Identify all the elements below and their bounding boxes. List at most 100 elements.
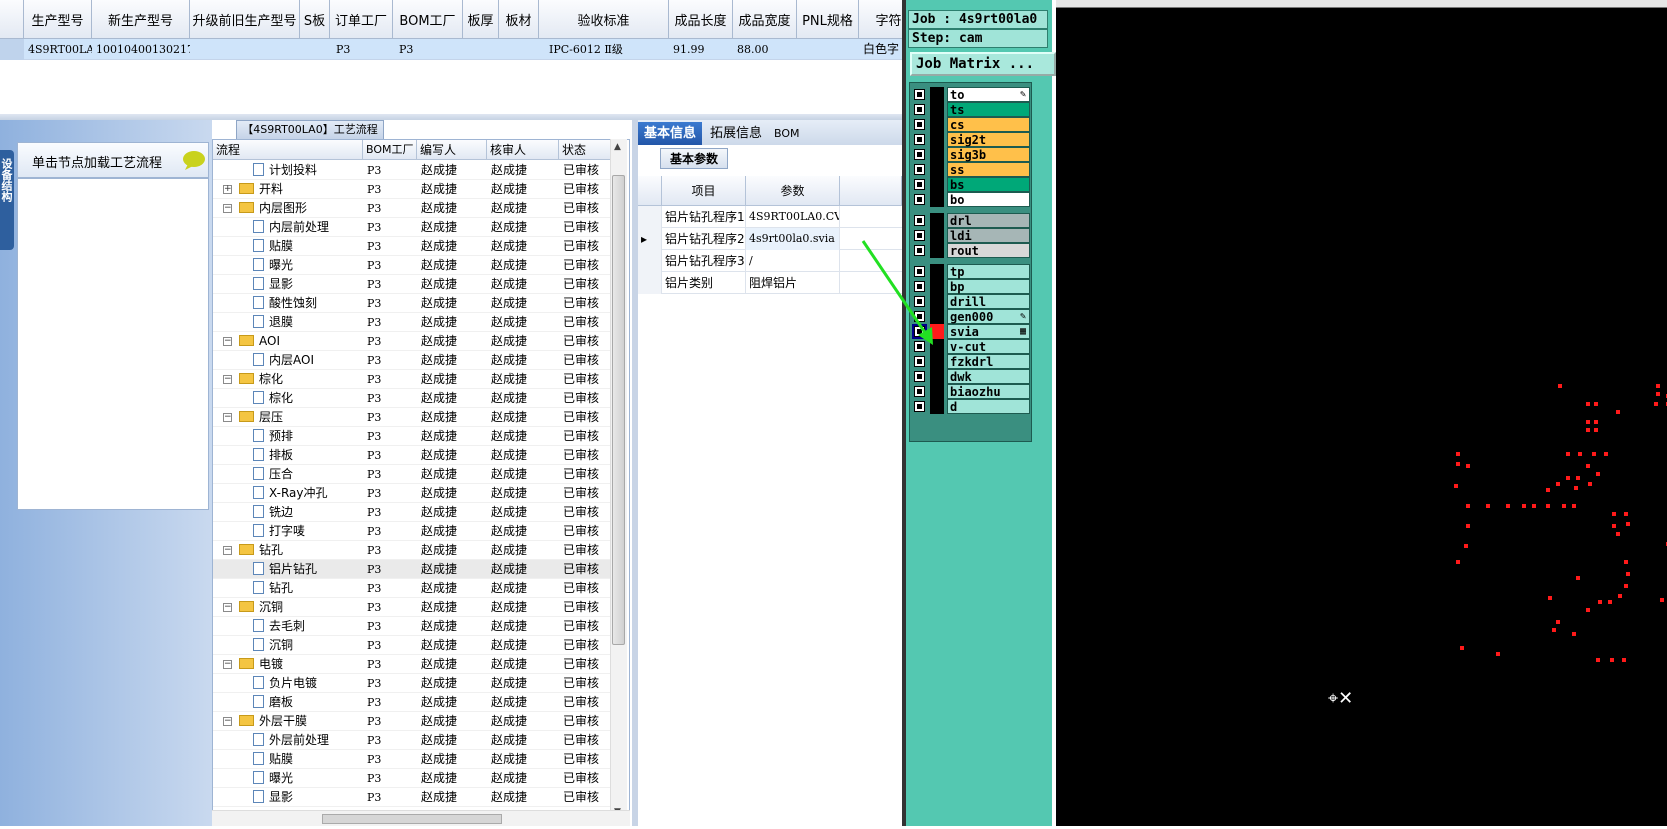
layer-checkbox[interactable] xyxy=(914,119,925,130)
tree-row[interactable]: − AOI P3 赵成捷 赵成捷 已审核 xyxy=(213,332,613,351)
status-cell[interactable]: 已审核 xyxy=(563,579,613,598)
bom-factory-cell[interactable]: P3 xyxy=(367,636,417,655)
layer-checkbox[interactable] xyxy=(914,194,925,205)
tree-node[interactable]: 棕化 xyxy=(213,389,363,408)
layer-name[interactable]: sig2t xyxy=(947,132,1030,147)
status-cell[interactable]: 已审核 xyxy=(563,237,613,256)
tree-node[interactable]: − 钻孔 xyxy=(213,541,363,560)
layer-checkbox[interactable] xyxy=(914,230,925,241)
writer-cell[interactable]: 赵成捷 xyxy=(421,503,487,522)
layer-color-swatch[interactable] xyxy=(930,294,944,309)
collapse-icon[interactable]: − xyxy=(223,204,232,213)
status-cell[interactable]: 已审核 xyxy=(563,693,613,712)
layer-row-drl[interactable]: drl xyxy=(912,213,1030,228)
layer-name[interactable]: d xyxy=(947,399,1030,414)
layer-name[interactable]: bo xyxy=(947,192,1030,207)
table-cell[interactable]: 88.00 xyxy=(733,39,797,60)
table-cell[interactable] xyxy=(499,39,539,60)
layer-checkbox[interactable] xyxy=(914,371,925,382)
tree-node[interactable]: 预排 xyxy=(213,427,363,446)
writer-cell[interactable]: 赵成捷 xyxy=(421,256,487,275)
table-cell[interactable]: P3 xyxy=(330,39,393,60)
layer-checkbox[interactable] xyxy=(912,324,927,339)
layer-checkbox[interactable] xyxy=(914,296,925,307)
col-header[interactable]: 板材 xyxy=(499,0,539,39)
layer-row-to[interactable]: to ✎ xyxy=(912,87,1030,102)
bom-factory-cell[interactable]: P3 xyxy=(367,237,417,256)
layer-row-bp[interactable]: bp xyxy=(912,279,1030,294)
table-row[interactable]: 4S9RT00LA0 10010400130217 P3 P3 IPC-6012… xyxy=(0,39,902,60)
status-cell[interactable]: 已审核 xyxy=(563,313,613,332)
reviewer-cell[interactable]: 赵成捷 xyxy=(491,180,559,199)
status-cell[interactable]: 已审核 xyxy=(563,655,613,674)
layer-row-drill[interactable]: drill xyxy=(912,294,1030,309)
reviewer-cell[interactable]: 赵成捷 xyxy=(491,427,559,446)
writer-cell[interactable]: 赵成捷 xyxy=(421,237,487,256)
layer-row-ts[interactable]: ts xyxy=(912,102,1030,117)
tree-row[interactable]: 酸性蚀刻 P3 赵成捷 赵成捷 已审核 xyxy=(213,294,613,313)
writer-cell[interactable]: 赵成捷 xyxy=(421,180,487,199)
layer-color-swatch[interactable] xyxy=(930,132,944,147)
reviewer-cell[interactable]: 赵成捷 xyxy=(491,199,559,218)
layer-color-swatch[interactable] xyxy=(930,162,944,177)
reviewer-cell[interactable]: 赵成捷 xyxy=(491,218,559,237)
tree-node[interactable]: 贴膜 xyxy=(213,750,363,769)
reviewer-cell[interactable]: 赵成捷 xyxy=(491,769,559,788)
layer-color-swatch[interactable] xyxy=(930,369,944,384)
tree-row[interactable]: 显影 P3 赵成捷 赵成捷 已审核 xyxy=(213,788,613,807)
layer-checkbox[interactable] xyxy=(914,266,925,277)
tree-col-header[interactable]: 状态 xyxy=(559,140,613,160)
tree-row[interactable]: + 开料 P3 赵成捷 赵成捷 已审核 xyxy=(213,180,613,199)
layer-name[interactable]: dwk xyxy=(947,369,1030,384)
layer-row-bo[interactable]: bo xyxy=(912,192,1030,207)
info-value-cell[interactable]: 4S9RT00LA0.CVIA xyxy=(746,206,840,228)
status-cell[interactable]: 已审核 xyxy=(563,617,613,636)
status-cell[interactable]: 已审核 xyxy=(563,503,613,522)
writer-cell[interactable]: 赵成捷 xyxy=(421,598,487,617)
reviewer-cell[interactable]: 赵成捷 xyxy=(491,446,559,465)
table-cell[interactable]: 91.99 xyxy=(669,39,733,60)
table-cell[interactable]: 10010400130217 xyxy=(92,39,190,60)
writer-cell[interactable]: 赵成捷 xyxy=(421,731,487,750)
table-cell[interactable]: IPC-6012 Ⅱ级 xyxy=(539,39,669,60)
layer-color-swatch[interactable] xyxy=(930,309,944,324)
bom-factory-cell[interactable]: P3 xyxy=(367,560,417,579)
tree-row[interactable]: X-Ray冲孔 P3 赵成捷 赵成捷 已审核 xyxy=(213,484,613,503)
reviewer-cell[interactable]: 赵成捷 xyxy=(491,237,559,256)
writer-cell[interactable]: 赵成捷 xyxy=(421,294,487,313)
writer-cell[interactable]: 赵成捷 xyxy=(421,750,487,769)
bom-factory-cell[interactable]: P3 xyxy=(367,446,417,465)
table-cell[interactable] xyxy=(300,39,330,60)
tree-row[interactable]: − 层压 P3 赵成捷 赵成捷 已审核 xyxy=(213,408,613,427)
bom-factory-cell[interactable]: P3 xyxy=(367,503,417,522)
layer-color-swatch[interactable] xyxy=(930,213,944,228)
bom-factory-cell[interactable]: P3 xyxy=(367,218,417,237)
tree-row[interactable]: 贴膜 P3 赵成捷 赵成捷 已审核 xyxy=(213,750,613,769)
collapse-icon[interactable]: − xyxy=(223,603,232,612)
status-cell[interactable]: 已审核 xyxy=(563,541,613,560)
info-item-cell[interactable]: 铝片类别 xyxy=(662,272,746,294)
tree-node[interactable]: 负片电镀 xyxy=(213,674,363,693)
layer-color-swatch[interactable] xyxy=(930,279,944,294)
tree-node[interactable]: 贴膜 xyxy=(213,237,363,256)
layer-color-swatch[interactable] xyxy=(930,264,944,279)
tree-row[interactable]: 贴膜 P3 赵成捷 赵成捷 已审核 xyxy=(213,237,613,256)
bom-factory-cell[interactable]: P3 xyxy=(367,389,417,408)
writer-cell[interactable]: 赵成捷 xyxy=(421,218,487,237)
layer-row-fzkdrl[interactable]: fzkdrl xyxy=(912,354,1030,369)
layer-checkbox[interactable] xyxy=(914,356,925,367)
reviewer-cell[interactable]: 赵成捷 xyxy=(491,731,559,750)
layer-name[interactable]: drl xyxy=(947,213,1030,228)
tree-node[interactable]: 外层前处理 xyxy=(213,731,363,750)
tree-row[interactable]: 磨板 P3 赵成捷 赵成捷 已审核 xyxy=(213,693,613,712)
bom-factory-cell[interactable]: P3 xyxy=(367,598,417,617)
tab-basic-params[interactable]: 基本参数 xyxy=(660,148,728,169)
tree-node[interactable]: 内层前处理 xyxy=(213,218,363,237)
layer-row-cs[interactable]: cs xyxy=(912,117,1030,132)
tree-row[interactable]: − 棕化 P3 赵成捷 赵成捷 已审核 xyxy=(213,370,613,389)
layer-row-ldi[interactable]: ldi xyxy=(912,228,1030,243)
layer-row-biaozhu[interactable]: biaozhu xyxy=(912,384,1030,399)
reviewer-cell[interactable]: 赵成捷 xyxy=(491,636,559,655)
collapse-icon[interactable]: − xyxy=(223,337,232,346)
writer-cell[interactable]: 赵成捷 xyxy=(421,313,487,332)
